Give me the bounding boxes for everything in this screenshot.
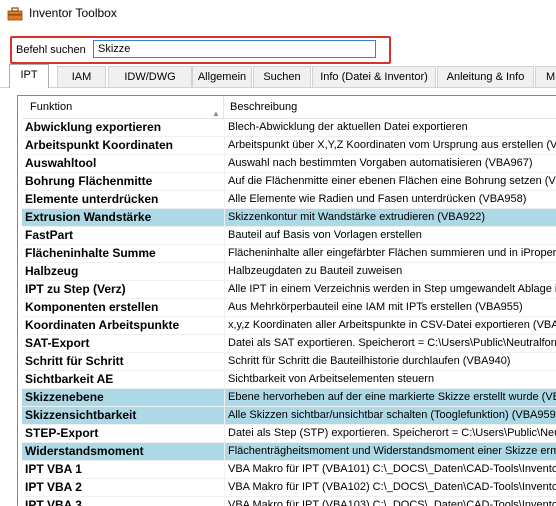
table-row[interactable]: Auswahltool Auswahl nach bestimmten Vorga… xyxy=(22,155,556,173)
row-description: Auf die Flächenmitte einer ebenen Fläche… xyxy=(228,175,556,187)
tab-more[interactable]: M xyxy=(535,66,556,87)
tab-anleitung[interactable]: Anleitung & Info xyxy=(437,66,534,87)
row-description: Bauteil auf Basis von Vorlagen erstellen xyxy=(228,229,422,241)
search-box: Befehl suchen xyxy=(10,36,391,64)
tab-suchen[interactable]: Suchen xyxy=(253,66,311,87)
row-description: Flächeninhalte aller eingefärbter Fläche… xyxy=(228,247,556,259)
list-header: Funktion ▲ Beschreibung xyxy=(22,96,556,119)
row-function-name: Sichtbarkeit AE xyxy=(22,371,225,388)
window-title: Inventor Toolbox xyxy=(29,6,117,20)
table-row[interactable]: Widerstandsmoment Flächenträgheitsmoment … xyxy=(22,443,556,461)
table-row[interactable]: Schritt für Schritt Schritt für Schritt d… xyxy=(22,353,556,371)
row-description: Flächenträgheitsmoment und Widerstandsmo… xyxy=(228,445,556,457)
row-function-name: Bohrung Flächenmitte xyxy=(22,173,225,190)
row-function-name: Schritt für Schritt xyxy=(22,353,225,370)
row-description: Datei als Step (STP) exportieren. Speich… xyxy=(228,427,556,439)
row-description: Halbzeugdaten zu Bauteil zuweisen xyxy=(228,265,403,277)
title-bar: Inventor Toolbox xyxy=(0,0,556,27)
row-function-name: Elemente unterdrücken xyxy=(22,191,225,208)
table-row[interactable]: Arbeitspunkt Koordinaten Arbeitspunkt übe… xyxy=(22,137,556,155)
tab-iam[interactable]: IAM xyxy=(57,66,106,87)
row-function-name: IPT VBA 1 xyxy=(22,461,225,478)
tab-ipt[interactable]: IPT xyxy=(9,64,49,88)
row-function-name: Skizzenebene xyxy=(22,389,225,406)
row-description: Sichtbarkeit von Arbeitselementen steuer… xyxy=(228,373,435,385)
search-input[interactable] xyxy=(93,40,376,58)
row-function-name: FastPart xyxy=(22,227,225,244)
row-function-name: Halbzeug xyxy=(22,263,225,280)
table-row[interactable]: STEP-Export Datei als Step (STP) exportie… xyxy=(22,425,556,443)
table-row[interactable]: Extrusion Wandstärke Skizzenkontur mit Wa… xyxy=(22,209,556,227)
table-row[interactable]: IPT VBA 1 VBA Makro für IPT (VBA101) C:\_… xyxy=(22,461,556,479)
row-function-name: IPT VBA 2 xyxy=(22,479,225,496)
row-description: Blech-Abwicklung der aktuellen Datei exp… xyxy=(228,121,468,133)
table-row[interactable]: Halbzeug Halbzeugdaten zu Bauteil zuweise… xyxy=(22,263,556,281)
list-rows: Abwicklung exportieren Blech-Abwicklung d… xyxy=(22,119,556,506)
row-function-name: Arbeitspunkt Koordinaten xyxy=(22,137,225,154)
row-function-name: Extrusion Wandstärke xyxy=(22,209,225,226)
table-row[interactable]: Bohrung Flächenmitte Auf die Flächenmitte… xyxy=(22,173,556,191)
row-description: Arbeitspunkt über X,Y,Z Koordinaten vom … xyxy=(228,139,556,151)
table-row[interactable]: IPT VBA 2 VBA Makro für IPT (VBA102) C:\_… xyxy=(22,479,556,497)
table-row[interactable]: Sichtbarkeit AE Sichtbarkeit von Arbeitse… xyxy=(22,371,556,389)
tab-divider xyxy=(0,87,556,88)
tab-idw-dwg[interactable]: IDW/DWG xyxy=(108,66,192,87)
row-description: Auswahl nach bestimmten Vorgaben automat… xyxy=(228,157,533,169)
table-row[interactable]: SAT-Export Datei als SAT exportieren. Spe… xyxy=(22,335,556,353)
row-function-name: IPT zu Step (Verz) xyxy=(22,281,225,298)
row-description: Schritt für Schritt die Bauteilhistorie … xyxy=(228,355,511,367)
column-header-funktion[interactable]: Funktion ▲ xyxy=(22,96,224,118)
row-function-name: Koordinaten Arbeitspunkte xyxy=(22,317,225,334)
row-description: Skizzenkontur mit Wandstärke extrudieren… xyxy=(228,211,485,223)
function-list: Funktion ▲ Beschreibung Abwicklung expor… xyxy=(17,95,556,506)
row-function-name: Flächeninhalte Summe xyxy=(22,245,225,262)
column-funktion-label: Funktion xyxy=(30,101,73,113)
row-function-name: Komponenten erstellen xyxy=(22,299,225,316)
table-row[interactable]: Flächeninhalte Summe Flächeninhalte aller… xyxy=(22,245,556,263)
row-description: Aus Mehrkörperbauteil eine IAM mit IPTs … xyxy=(228,301,523,313)
table-row[interactable]: Koordinaten Arbeitspunkte x,y,z Koordinat… xyxy=(22,317,556,335)
row-function-name: Skizzensichtbarkeit xyxy=(22,407,225,424)
table-row[interactable]: FastPart Bauteil auf Basis von Vorlagen e… xyxy=(22,227,556,245)
toolbox-icon xyxy=(7,7,23,21)
column-beschreibung-label: Beschreibung xyxy=(230,101,298,113)
row-description: Alle Skizzen sichtbar/unsichtbar schalte… xyxy=(228,409,556,421)
table-row[interactable]: IPT zu Step (Verz) Alle IPT in einem Verz… xyxy=(22,281,556,299)
table-row[interactable]: Abwicklung exportieren Blech-Abwicklung d… xyxy=(22,119,556,137)
row-function-name: SAT-Export xyxy=(22,335,225,352)
row-description: Alle IPT in einem Verzeichnis werden in … xyxy=(228,283,556,295)
row-function-name: Auswahltool xyxy=(22,155,225,172)
row-description: Datei als SAT exportieren. Speicherort =… xyxy=(228,337,556,349)
table-row[interactable]: Komponenten erstellen Aus Mehrkörperbaute… xyxy=(22,299,556,317)
row-description: Alle Elemente wie Radien und Fasen unter… xyxy=(228,193,527,205)
row-description: VBA Makro für IPT (VBA102) C:\_DOCS\_Dat… xyxy=(228,481,556,493)
row-description: x,y,z Koordinaten aller Arbeitspunkte in… xyxy=(228,319,556,331)
table-row[interactable]: Skizzenebene Ebene hervorheben auf der ei… xyxy=(22,389,556,407)
row-function-name: STEP-Export xyxy=(22,425,225,442)
tab-bar: IPT IAM IDW/DWG Allgemein Suchen Info (D… xyxy=(0,64,556,88)
row-description: Ebene hervorheben auf der eine markierte… xyxy=(228,391,556,403)
tab-info[interactable]: Info (Datei & Inventor) xyxy=(312,66,436,87)
column-header-beschreibung[interactable]: Beschreibung xyxy=(225,96,556,118)
row-function-name: Abwicklung exportieren xyxy=(22,119,225,136)
table-row[interactable]: Elemente unterdrücken Alle Elemente wie R… xyxy=(22,191,556,209)
table-row[interactable]: Skizzensichtbarkeit Alle Skizzen sichtbar… xyxy=(22,407,556,425)
row-description: VBA Makro für IPT (VBA101) C:\_DOCS\_Dat… xyxy=(228,463,556,475)
tab-allgemein[interactable]: Allgemein xyxy=(192,66,252,87)
row-function-name: Widerstandsmoment xyxy=(22,443,225,460)
search-label: Befehl suchen xyxy=(16,44,86,56)
